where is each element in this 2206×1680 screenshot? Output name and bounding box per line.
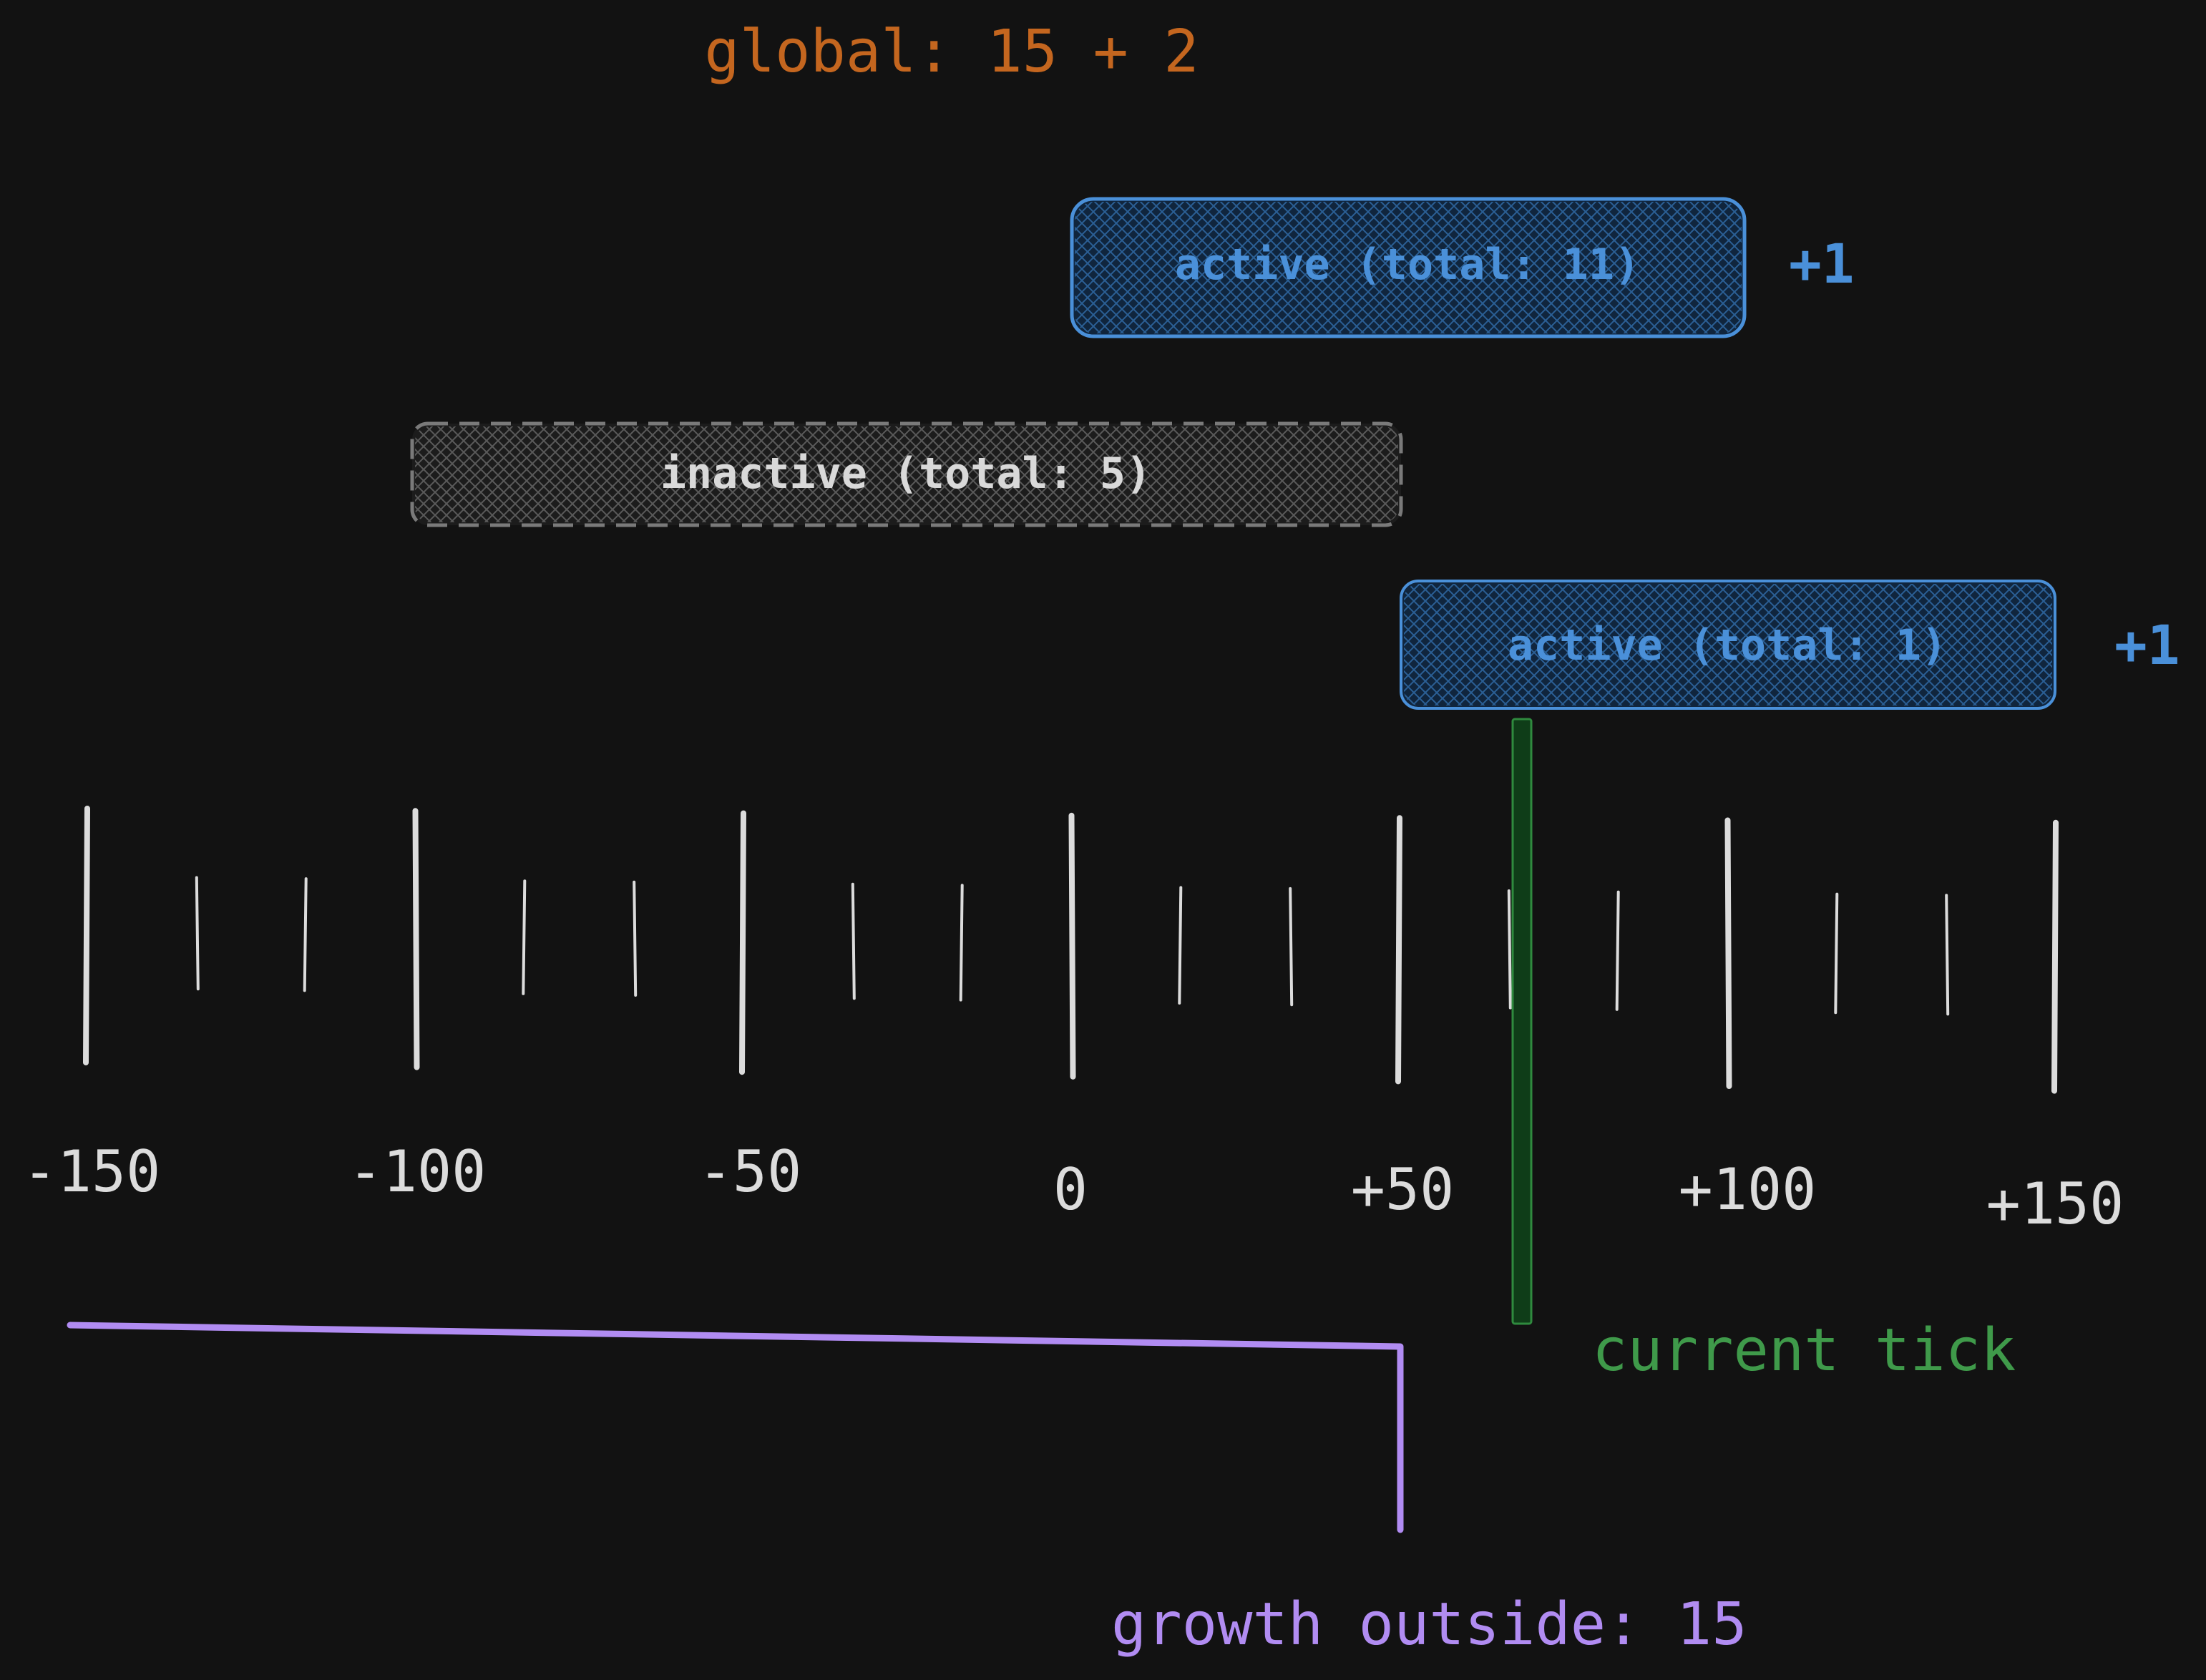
axis-minor-tick (522, 879, 527, 995)
position-label-inactive: inactive (total: 5) (660, 449, 1151, 499)
axis-major-tick (83, 806, 90, 1065)
position-label-active-lower: active (total: 1) (1508, 620, 1947, 670)
axis-minor-tick (1178, 886, 1183, 1005)
axis-label-neg100: -100 (348, 1138, 487, 1205)
axis-label-pos100: +100 (1679, 1156, 1817, 1223)
axis-major-tick (1724, 817, 1732, 1089)
axis-minor-tick (1615, 890, 1620, 1011)
axis-labels: -150 -100 -50 0 +50 +100 +150 (23, 1138, 2124, 1237)
growth-outside-bracket (67, 1322, 1404, 1533)
increment-label-active-lower: +1 (2114, 613, 2180, 677)
global-title: global: 15 + 2 (704, 18, 1199, 86)
axis-minor-tick (1945, 894, 1950, 1016)
axis-ticks (83, 806, 2059, 1094)
axis-minor-tick (1289, 887, 1294, 1007)
axis-minor-tick (959, 884, 964, 1002)
axis-minor-tick (195, 876, 200, 991)
position-box-inactive: inactive (total: 5) (410, 421, 1403, 527)
axis-minor-tick (851, 882, 856, 1000)
current-tick-marker (1511, 718, 1533, 1325)
axis-minor-tick (633, 880, 638, 997)
axis-minor-tick (1507, 889, 1512, 1010)
position-box-active-upper: active (total: 11) (1070, 197, 1747, 338)
axis-minor-tick (1834, 892, 1839, 1015)
axis-label-neg50: -50 (698, 1138, 802, 1205)
growth-outside-label: growth outside: 15 (1111, 1591, 1747, 1659)
axis-label-zero: 0 (1053, 1156, 1088, 1223)
axis-major-tick (1395, 815, 1402, 1085)
axis-major-tick (739, 810, 746, 1075)
increment-label-active-upper: +1 (1789, 232, 1855, 296)
position-label-active-upper: active (total: 11) (1175, 240, 1640, 290)
axis-major-tick (1068, 812, 1076, 1080)
axis-label-pos50: +50 (1351, 1156, 1455, 1223)
axis-label-neg150: -150 (23, 1138, 161, 1205)
current-tick-label: current tick (1592, 1317, 2016, 1384)
axis-label-pos150: +150 (1986, 1171, 2124, 1237)
axis-minor-tick (303, 877, 308, 992)
axis-major-tick (412, 808, 420, 1070)
axis-major-tick (2051, 819, 2059, 1094)
tick-diagram: global: 15 + 2 active (total: 11) +1 ina… (23, 18, 2180, 1659)
position-box-active-lower: active (total: 1) (1400, 580, 2056, 710)
